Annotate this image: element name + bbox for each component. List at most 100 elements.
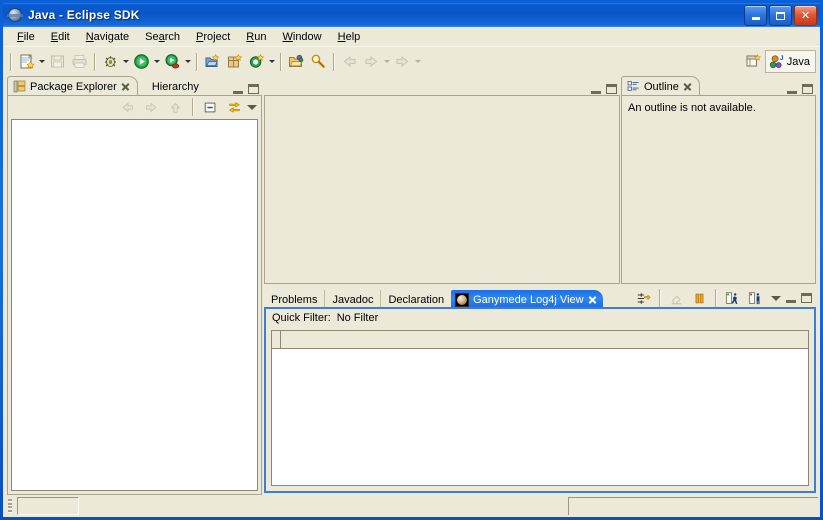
toolbar-separator bbox=[715, 289, 716, 307]
new-wizard-button[interactable] bbox=[15, 51, 37, 73]
package-explorer-view: Package Explorer Hierarchy bbox=[7, 75, 262, 495]
status-cell-right bbox=[568, 497, 818, 515]
outline-controls bbox=[787, 84, 813, 94]
package-explorer-body bbox=[7, 95, 262, 495]
package-explorer-tree[interactable] bbox=[11, 119, 258, 491]
log-table-header bbox=[272, 331, 808, 349]
status-cell-middle bbox=[79, 497, 568, 515]
minimize-button[interactable] bbox=[787, 85, 797, 94]
quick-filter-value[interactable]: No Filter bbox=[337, 312, 379, 324]
editor-body[interactable] bbox=[264, 95, 620, 284]
main-toolbar: J Java bbox=[3, 46, 820, 76]
new-java-class-dropdown[interactable] bbox=[267, 51, 276, 73]
run-dropdown[interactable] bbox=[152, 51, 161, 73]
view-menu-button[interactable] bbox=[771, 295, 781, 301]
tab-hierarchy[interactable]: Hierarchy bbox=[138, 77, 206, 96]
workbench-main: Package Explorer Hierarchy Outline An ou… bbox=[3, 75, 820, 495]
status-cell-left bbox=[17, 497, 79, 515]
log-table[interactable] bbox=[271, 330, 809, 486]
next-annotation-dropdown bbox=[413, 51, 422, 73]
package-explorer-icon bbox=[13, 80, 26, 93]
collapse-all-button[interactable] bbox=[199, 96, 221, 118]
search-button[interactable] bbox=[307, 51, 329, 73]
window-controls: ✕ bbox=[744, 5, 817, 26]
pause-button[interactable] bbox=[688, 287, 710, 309]
log-column-1[interactable] bbox=[281, 331, 808, 348]
log-view-tabs: Problems Javadoc Declaration Ganymede Lo… bbox=[264, 288, 816, 309]
minimize-button[interactable] bbox=[786, 294, 796, 303]
new-java-class-button[interactable] bbox=[245, 51, 267, 73]
menu-edit[interactable]: Edit bbox=[43, 29, 78, 45]
log-column-0[interactable] bbox=[272, 331, 281, 348]
package-explorer-tabs: Package Explorer Hierarchy bbox=[7, 75, 262, 96]
outline-message: An outline is not available. bbox=[628, 102, 756, 114]
tab-declaration-label: Declaration bbox=[388, 293, 445, 306]
maximize-button[interactable] bbox=[248, 84, 259, 94]
outline-view: Outline An outline is not available. bbox=[621, 75, 816, 284]
perspective-java-label: Java bbox=[786, 55, 810, 68]
link-with-editor-button[interactable] bbox=[223, 96, 245, 118]
menu-navigate[interactable]: Navigate bbox=[78, 29, 137, 45]
tab-ganymede-log4j-view-label: Ganymede Log4j View bbox=[473, 293, 584, 306]
quick-filter-label: Quick Filter: bbox=[272, 312, 331, 324]
stop-monitor-button[interactable] bbox=[744, 287, 766, 309]
run-button[interactable] bbox=[130, 51, 152, 73]
status-bar bbox=[3, 495, 820, 517]
maximize-button[interactable] bbox=[769, 5, 792, 26]
maximize-button[interactable] bbox=[606, 84, 617, 94]
close-icon[interactable] bbox=[683, 82, 692, 91]
window-title: Java - Eclipse SDK bbox=[28, 8, 140, 22]
menu-run[interactable]: Run bbox=[238, 29, 274, 45]
outline-tabs: Outline bbox=[621, 75, 816, 96]
up-button bbox=[164, 96, 186, 118]
scroll-lock-button[interactable] bbox=[632, 287, 654, 309]
menu-search[interactable]: Search bbox=[137, 29, 188, 45]
open-type-button[interactable] bbox=[285, 51, 307, 73]
menu-project[interactable]: Project bbox=[188, 29, 238, 45]
close-icon[interactable] bbox=[121, 82, 130, 91]
tab-javadoc-label: Javadoc bbox=[332, 293, 374, 306]
maximize-button[interactable] bbox=[801, 293, 812, 303]
forward-button bbox=[360, 51, 382, 73]
log-view: Problems Javadoc Declaration Ganymede Lo… bbox=[264, 288, 816, 495]
menu-help[interactable]: Help bbox=[330, 29, 369, 45]
minimize-button[interactable] bbox=[591, 85, 601, 94]
close-button[interactable]: ✕ bbox=[794, 5, 817, 26]
toolbar-separator bbox=[333, 52, 334, 71]
ganymede-moon-icon bbox=[455, 292, 470, 307]
forward-button bbox=[140, 96, 162, 118]
start-monitor-button[interactable] bbox=[721, 287, 743, 309]
editor-controls bbox=[591, 84, 617, 94]
new-java-project-button[interactable] bbox=[201, 51, 223, 73]
tab-hierarchy-label: Hierarchy bbox=[151, 80, 199, 93]
status-grip bbox=[8, 499, 14, 513]
new-java-package-button[interactable] bbox=[223, 51, 245, 73]
menu-file[interactable]: File bbox=[9, 29, 43, 45]
external-tools-dropdown[interactable] bbox=[183, 51, 192, 73]
tab-outline[interactable]: Outline bbox=[621, 76, 700, 96]
perspective-java-button[interactable]: J Java bbox=[764, 50, 816, 73]
perspective-switcher: J Java bbox=[743, 50, 816, 73]
debug-button[interactable] bbox=[99, 51, 121, 73]
new-wizard-dropdown[interactable] bbox=[37, 51, 46, 73]
tab-problems-label: Problems bbox=[271, 293, 318, 306]
tab-package-explorer[interactable]: Package Explorer bbox=[7, 76, 138, 96]
eclipse-window: Java - Eclipse SDK ✕ File Edit Navigate … bbox=[0, 0, 823, 520]
menu-window[interactable]: Window bbox=[274, 29, 329, 45]
debug-dropdown[interactable] bbox=[121, 51, 130, 73]
minimize-button[interactable] bbox=[744, 5, 767, 26]
svg-text:J: J bbox=[780, 55, 784, 62]
view-menu-button[interactable] bbox=[247, 104, 257, 110]
close-icon[interactable] bbox=[588, 295, 597, 304]
minimize-button[interactable] bbox=[233, 85, 243, 94]
open-perspective-button[interactable] bbox=[743, 51, 765, 73]
external-tools-button[interactable] bbox=[161, 51, 183, 73]
log-view-body: Quick Filter: No Filter bbox=[264, 307, 816, 493]
editor-tabs bbox=[264, 75, 620, 96]
toolbar-separator bbox=[659, 289, 660, 307]
save-button bbox=[46, 51, 68, 73]
menu-bar: File Edit Navigate Search Project Run Wi… bbox=[3, 27, 820, 46]
maximize-button[interactable] bbox=[802, 84, 813, 94]
quick-filter-bar: Quick Filter: No Filter bbox=[266, 309, 814, 327]
client-area: File Edit Navigate Search Project Run Wi… bbox=[3, 27, 820, 517]
